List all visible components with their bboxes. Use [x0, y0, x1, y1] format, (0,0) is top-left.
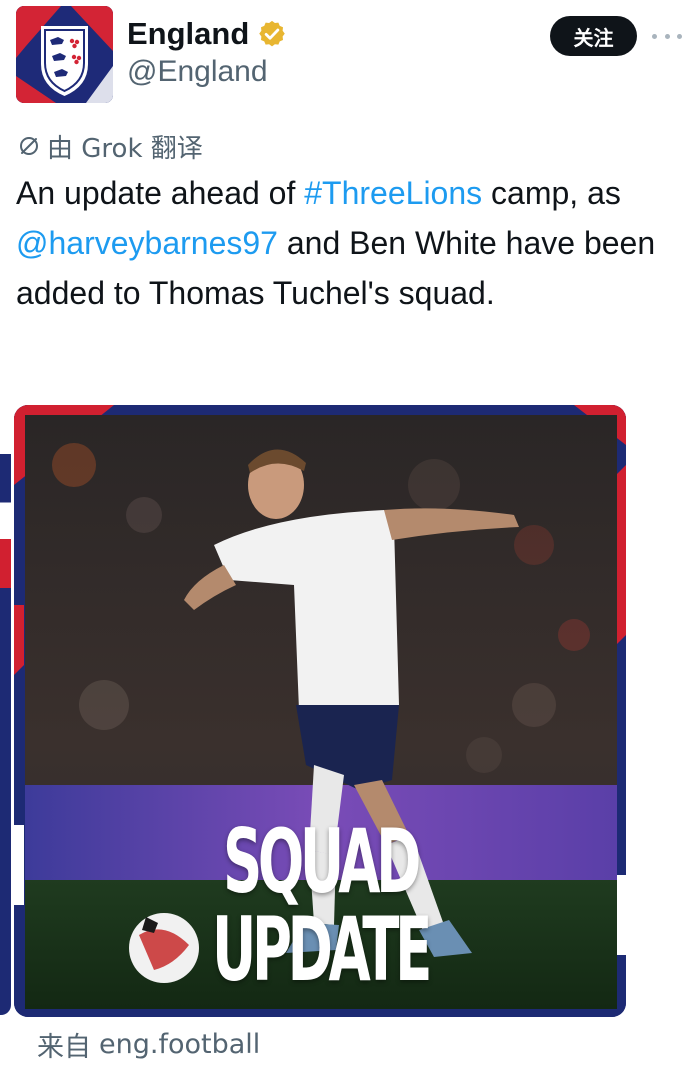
link-source[interactable]: 来自 eng.football	[37, 1024, 260, 1064]
follow-button[interactable]: 关注	[550, 16, 637, 56]
display-name-row[interactable]: England	[127, 14, 287, 54]
tweet-text: An update ahead of #ThreeLions camp, as …	[16, 168, 686, 318]
mention-link[interactable]: @harveybarnes97	[16, 225, 278, 261]
avatar[interactable]	[16, 6, 113, 103]
three-lions-crest-icon	[16, 6, 113, 103]
tweet-text-segment: camp, as	[482, 175, 621, 211]
translate-icon	[17, 134, 41, 158]
account-handle[interactable]: @England	[127, 55, 268, 89]
more-horizontal-icon[interactable]	[652, 24, 682, 48]
previous-media-edge[interactable]	[0, 405, 11, 1015]
grok-translation-label[interactable]: 由 Grok 翻译	[17, 127, 203, 165]
source-prefix: 来自	[37, 1031, 91, 1063]
source-domain[interactable]: eng.football	[99, 1029, 260, 1060]
display-name[interactable]: England	[127, 16, 249, 52]
hashtag-link[interactable]: #ThreeLions	[304, 175, 482, 211]
tweet-media-image[interactable]: SQUAD UPDATE	[14, 405, 626, 1017]
squad-update-overlay-text: SQUAD UPDATE	[211, 810, 432, 1001]
tweet-text-segment: An update ahead of	[16, 175, 305, 211]
verified-badge-icon	[257, 19, 287, 49]
translation-text: 由 Grok 翻译	[47, 133, 203, 164]
